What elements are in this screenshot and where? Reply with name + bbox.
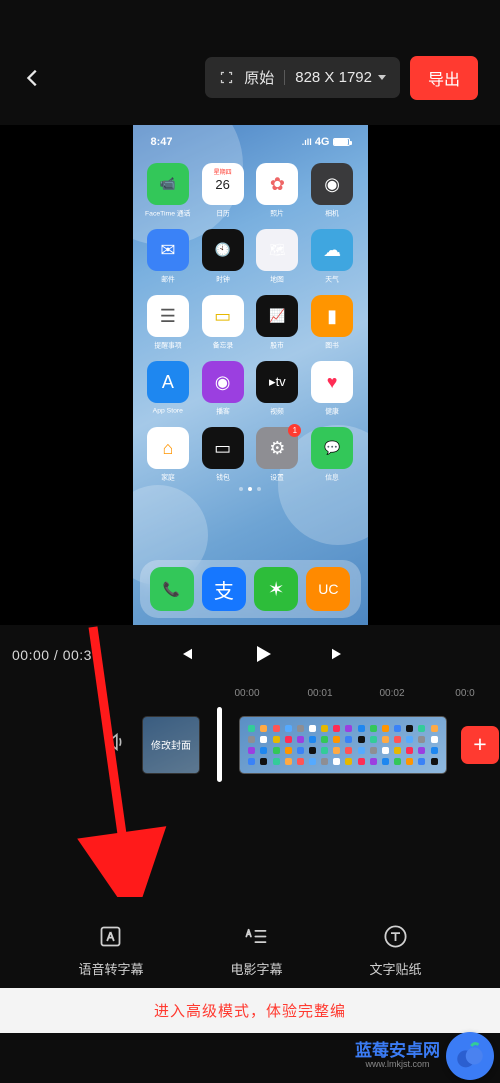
add-clip-button[interactable]: + [461, 726, 499, 764]
original-label: 原始 [244, 67, 274, 88]
tool-text-sticker[interactable]: 文字贴纸 [369, 923, 421, 978]
prev-frame-button[interactable] [177, 645, 195, 666]
status-time: 8:47 [151, 136, 173, 148]
playhead[interactable] [217, 707, 222, 782]
crop-icon [219, 70, 234, 85]
watermark: 蓝莓安卓网 www.lmkjst.com [355, 1032, 494, 1080]
chevron-down-icon [378, 75, 386, 80]
play-button[interactable] [250, 642, 274, 669]
time-total: 00:3 [63, 647, 92, 663]
back-button[interactable] [22, 67, 44, 89]
cover-thumbnail[interactable]: 修改封面 [142, 716, 200, 774]
tool-movie-subtitle[interactable]: 电影字幕 [230, 923, 282, 978]
next-frame-button[interactable] [329, 645, 347, 666]
mute-button[interactable] [100, 731, 130, 758]
advanced-mode-bar[interactable]: 进入高级模式，体验完整编 [0, 988, 500, 1033]
video-preview[interactable]: 8:47 .ıll4G 📹FaceTime 通话星期四26日历✿照片◉相机✉邮件… [0, 125, 500, 625]
export-button[interactable]: 导出 [410, 56, 478, 100]
time-current: 00:00 [12, 647, 50, 663]
tool-voice-to-subtitle[interactable]: 语音转字幕 [78, 923, 143, 978]
dimensions-text: 828 X 1792 [295, 69, 372, 86]
video-clip[interactable] [239, 716, 447, 774]
blueberry-icon [446, 1032, 494, 1080]
aspect-ratio-selector[interactable]: 原始 828 X 1792 [205, 57, 400, 98]
